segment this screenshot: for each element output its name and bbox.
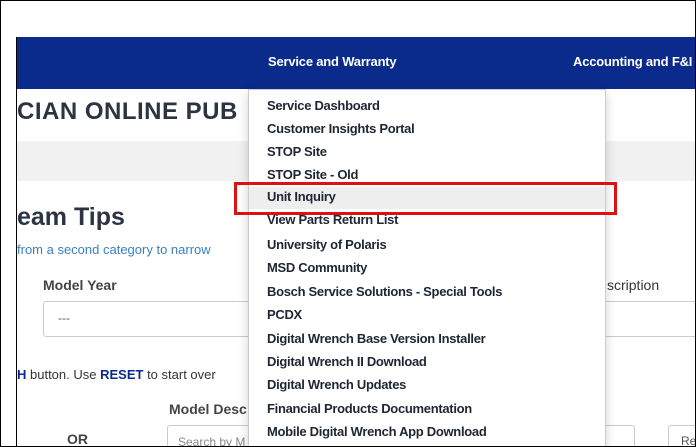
or-separator: OR: [67, 431, 88, 447]
menu-item-mobile-digital-wrench-app[interactable]: Mobile Digital Wrench App Download: [249, 422, 605, 444]
top-navigation-bar: Service and Warranty Accounting and F&I: [17, 37, 695, 89]
section-hint: from a second category to narrow: [17, 242, 211, 257]
instructions-text: H button. Use RESET to start over: [17, 367, 216, 382]
menu-item-label: STOP Site - Old: [267, 167, 359, 182]
menu-item-label: PCDX: [267, 307, 302, 322]
description-select[interactable]: [601, 301, 695, 337]
menu-item-label: Digital Wrench II Download: [267, 354, 427, 369]
menu-item-service-dashboard[interactable]: Service Dashboard: [249, 96, 605, 118]
menu-item-stop-site[interactable]: STOP Site: [249, 142, 605, 164]
model-description-label: Model Desc: [169, 401, 247, 417]
page-title: CIAN ONLINE PUB: [17, 98, 238, 125]
menu-item-label: Digital Wrench Updates: [267, 377, 407, 392]
menu-item-pcdx[interactable]: PCDX: [249, 305, 605, 327]
menu-item-label: MSD Community: [267, 260, 368, 275]
description-label: scription: [607, 277, 660, 293]
menu-item-label: STOP Site: [267, 144, 327, 159]
nav-service-and-warranty[interactable]: Service and Warranty: [268, 54, 397, 69]
model-year-select[interactable]: ---: [43, 301, 265, 337]
menu-item-label: Service Dashboard: [267, 98, 380, 113]
reset-button[interactable]: Re: [668, 425, 696, 447]
model-year-value: ---: [58, 311, 70, 325]
search-placeholder: Search by M: [178, 435, 246, 447]
menu-item-label: Mobile Digital Wrench App Download: [267, 424, 487, 439]
instructions-prefix: H: [17, 367, 27, 382]
menu-item-customer-insights-portal[interactable]: Customer Insights Portal: [249, 119, 605, 141]
menu-item-digital-wrench-updates[interactable]: Digital Wrench Updates: [249, 375, 605, 397]
instructions-part2: to start over: [143, 367, 216, 382]
menu-item-msd-community[interactable]: MSD Community: [249, 258, 605, 280]
menu-item-university-of-polaris[interactable]: University of Polaris: [249, 235, 605, 257]
instructions-part1: button. Use: [26, 367, 101, 382]
menu-item-label: Digital Wrench Base Version Installer: [267, 331, 486, 346]
annotation-highlight-box: [234, 182, 617, 215]
menu-item-bosch-service-solutions[interactable]: Bosch Service Solutions - Special Tools: [249, 282, 605, 304]
service-warranty-dropdown: Service Dashboard Customer Insights Port…: [248, 89, 606, 446]
section-title: eam Tips: [17, 203, 125, 231]
menu-item-digital-wrench-base-installer[interactable]: Digital Wrench Base Version Installer: [249, 329, 605, 351]
reset-keyword: RESET: [100, 367, 144, 382]
menu-item-label: Financial Products Documentation: [267, 401, 472, 416]
window-frame: Service and Warranty Accounting and F&I …: [0, 0, 696, 447]
nav-accounting[interactable]: Accounting and F&I: [573, 54, 692, 69]
menu-item-label: University of Polaris: [267, 237, 387, 252]
menu-item-digital-wrench-ii-download[interactable]: Digital Wrench II Download: [249, 352, 605, 374]
menu-item-financial-products-documentation[interactable]: Financial Products Documentation: [249, 399, 605, 421]
model-year-label: Model Year: [43, 277, 117, 293]
menu-item-label: Bosch Service Solutions - Special Tools: [267, 284, 503, 299]
reset-button-label: Re: [681, 434, 696, 447]
menu-item-label: Customer Insights Portal: [267, 121, 415, 136]
